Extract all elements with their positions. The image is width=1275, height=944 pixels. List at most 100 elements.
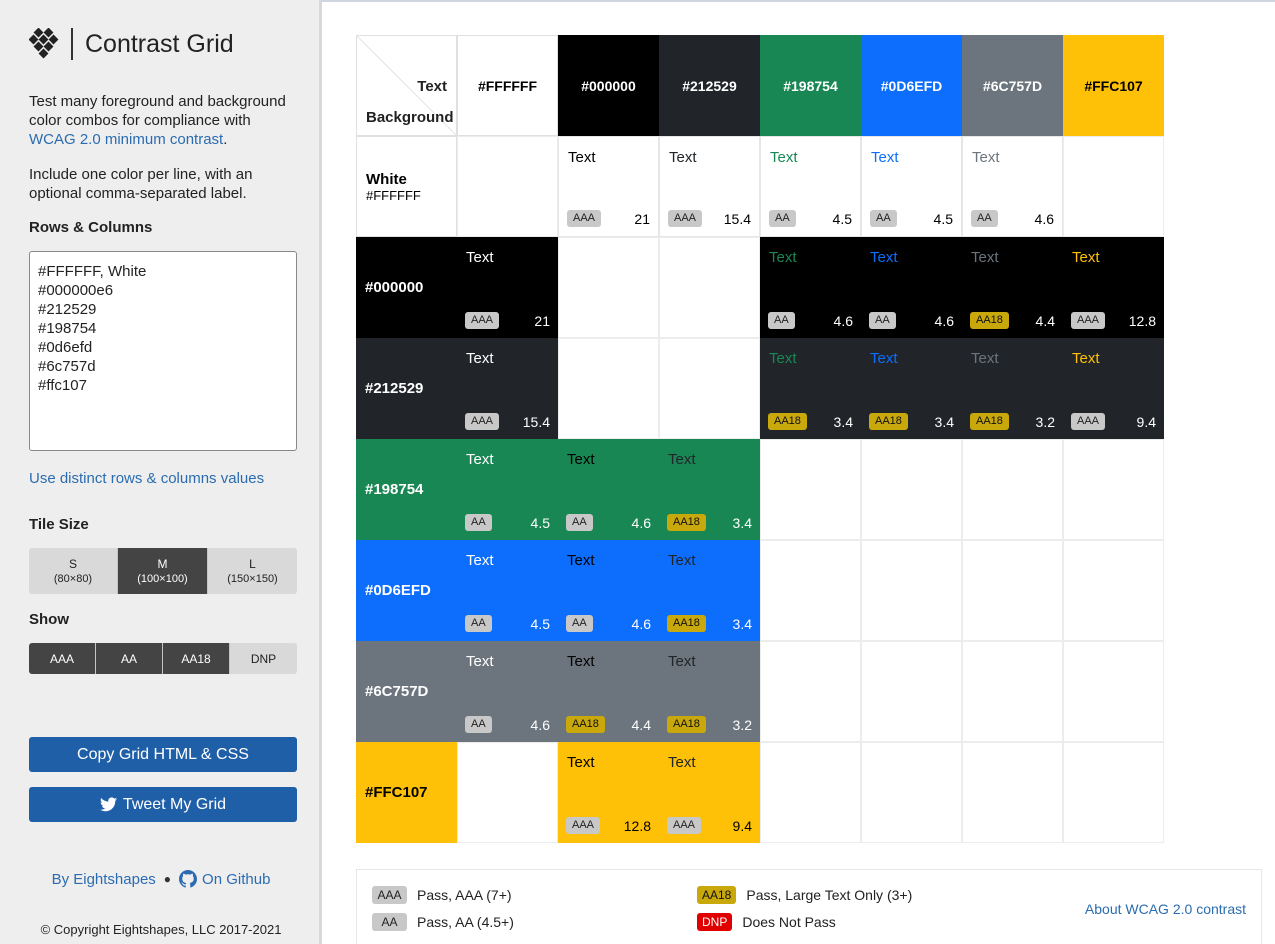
- contrast-tile[interactable]: Text AA 4.6: [760, 237, 861, 338]
- tile-sample-text: Text: [668, 754, 696, 771]
- contrast-tile[interactable]: Text AA 4.6: [558, 439, 659, 540]
- rows-columns-textarea[interactable]: [29, 251, 297, 451]
- tile-badge: AAA: [667, 817, 702, 834]
- contrast-tile[interactable]: Text AAA 15.4: [659, 136, 760, 237]
- option-label: AA: [120, 651, 137, 666]
- tile-sample-text: Text: [870, 249, 898, 266]
- tile-sample-text: Text: [770, 149, 798, 166]
- column-header: #0D6EFD: [861, 35, 962, 136]
- tile-sample-text: Text: [668, 451, 696, 468]
- contrast-tile[interactable]: Text AA18 3.4: [659, 540, 760, 641]
- tile-sample-text: Text: [971, 350, 999, 367]
- option-sublabel: (100×100): [137, 573, 188, 585]
- tile-sample-text: Text: [669, 149, 697, 166]
- contrast-tile[interactable]: Text AAA 9.4: [1063, 338, 1164, 439]
- row-header-label: #198754: [365, 481, 424, 498]
- contrast-tile[interactable]: Text AAA 12.8: [558, 742, 659, 843]
- show-option-aa[interactable]: AA: [96, 643, 163, 674]
- empty-tile: [760, 439, 861, 540]
- tile-ratio: 4.4: [631, 717, 651, 733]
- contrast-tile[interactable]: Text AA 4.6: [457, 641, 558, 742]
- row-header: #0D6EFD: [356, 540, 457, 641]
- legend-badge: AA: [372, 913, 407, 931]
- tile-ratio: 4.4: [1035, 313, 1055, 329]
- contrast-tile[interactable]: Text AA 4.5: [760, 136, 861, 237]
- option-label: AAA: [49, 651, 74, 666]
- tile-ratio: 12.8: [623, 818, 651, 834]
- contrast-tile[interactable]: Text AA 4.6: [962, 136, 1063, 237]
- tile-ratio: 15.4: [723, 211, 751, 227]
- tile-size-option-m[interactable]: M (100×100): [118, 548, 208, 594]
- contrast-tile[interactable]: Text AA 4.6: [861, 237, 962, 338]
- distinct-values-link[interactable]: Use distinct rows & columns values: [29, 470, 264, 487]
- contrast-tile[interactable]: Text AA18 3.2: [659, 641, 760, 742]
- contrast-tile[interactable]: Text AA 4.5: [457, 439, 558, 540]
- contrast-tile[interactable]: Text AA18 4.4: [558, 641, 659, 742]
- tile-sample-text: Text: [1072, 350, 1100, 367]
- empty-tile: [659, 237, 760, 338]
- option-label: S: [68, 557, 77, 571]
- tile-sample-text: Text: [567, 653, 595, 670]
- intro-text-body: Test many foreground and background colo…: [29, 93, 286, 129]
- contrast-tile[interactable]: Text AAA 21: [558, 136, 659, 237]
- tile-sample-text: Text: [567, 451, 595, 468]
- corner-background-label: Background: [366, 109, 454, 126]
- tweet-grid-button[interactable]: Tweet My Grid: [29, 787, 297, 822]
- tile-ratio: 4.5: [530, 515, 550, 531]
- tile-badge: AA18: [970, 312, 1009, 329]
- tile-badge: AAA: [465, 312, 500, 329]
- tile-ratio: 4.6: [833, 313, 853, 329]
- row-header-label: White: [366, 170, 407, 188]
- eightshapes-link[interactable]: By Eightshapes: [52, 871, 156, 888]
- legend-badge: AAA: [372, 886, 407, 904]
- contrast-tile[interactable]: Text AA18 3.4: [861, 338, 962, 439]
- contrast-tile[interactable]: Text AA 4.5: [861, 136, 962, 237]
- sidebar: Contrast Grid Test many foreground and b…: [0, 0, 322, 944]
- legend-item-aaa: AAA Pass, AAA (7+): [372, 886, 512, 904]
- empty-tile: [861, 742, 962, 843]
- tile-badge: AA: [769, 210, 796, 227]
- tile-size-option-l[interactable]: L (150×150): [208, 548, 297, 594]
- tile-sample-text: Text: [466, 653, 494, 670]
- show-option-aaa[interactable]: AAA: [29, 643, 96, 674]
- legend-text: Pass, AA (4.5+): [417, 914, 514, 930]
- tile-ratio: 3.2: [732, 717, 752, 733]
- wcag-link[interactable]: WCAG 2.0 minimum contrast: [29, 131, 223, 148]
- tile-badge: AAA: [567, 210, 602, 227]
- contrast-tile[interactable]: Text AAA 9.4: [659, 742, 760, 843]
- github-link[interactable]: On Github: [202, 871, 270, 888]
- row-header: #6C757D: [356, 641, 457, 742]
- show-option-dnp[interactable]: DNP: [230, 643, 297, 674]
- column-header: #198754: [760, 35, 861, 136]
- copy-grid-button[interactable]: Copy Grid HTML & CSS: [29, 737, 297, 772]
- tile-size-option-s[interactable]: S (80×80): [29, 548, 118, 594]
- corner-text-label: Text: [417, 78, 447, 95]
- legend-item-dnp: DNP Does Not Pass: [697, 913, 836, 931]
- tile-ratio: 21: [634, 211, 650, 227]
- tile-badge: AA: [465, 716, 492, 733]
- empty-tile: [760, 742, 861, 843]
- option-label: L: [249, 557, 256, 571]
- tile-sample-text: Text: [466, 350, 494, 367]
- tile-sample-text: Text: [668, 653, 696, 670]
- contrast-tile[interactable]: Text AA18 3.4: [659, 439, 760, 540]
- contrast-tile[interactable]: Text AAA 21: [457, 237, 558, 338]
- about-wcag-link[interactable]: About WCAG 2.0 contrast: [1085, 901, 1246, 917]
- row-header: #FFC107: [356, 742, 457, 843]
- copyright-text: © Copyright Eightshapes, LLC 2017-2021: [40, 922, 282, 937]
- app-title: Contrast Grid: [85, 29, 234, 58]
- tile-ratio: 3.4: [732, 616, 752, 632]
- contrast-tile[interactable]: Text AA 4.6: [558, 540, 659, 641]
- contrast-tile[interactable]: Text AA18 3.2: [962, 338, 1063, 439]
- show-option-aa18[interactable]: AA18: [163, 643, 230, 674]
- empty-tile: [1063, 742, 1164, 843]
- tile-sample-text: Text: [971, 249, 999, 266]
- intro-period: .: [223, 131, 228, 148]
- github-icon: [179, 870, 198, 888]
- column-header: #212529: [659, 35, 760, 136]
- contrast-tile[interactable]: Text AA18 3.4: [760, 338, 861, 439]
- contrast-tile[interactable]: Text AA18 4.4: [962, 237, 1063, 338]
- contrast-tile[interactable]: Text AAA 12.8: [1063, 237, 1164, 338]
- contrast-tile[interactable]: Text AA 4.5: [457, 540, 558, 641]
- contrast-tile[interactable]: Text AAA 15.4: [457, 338, 558, 439]
